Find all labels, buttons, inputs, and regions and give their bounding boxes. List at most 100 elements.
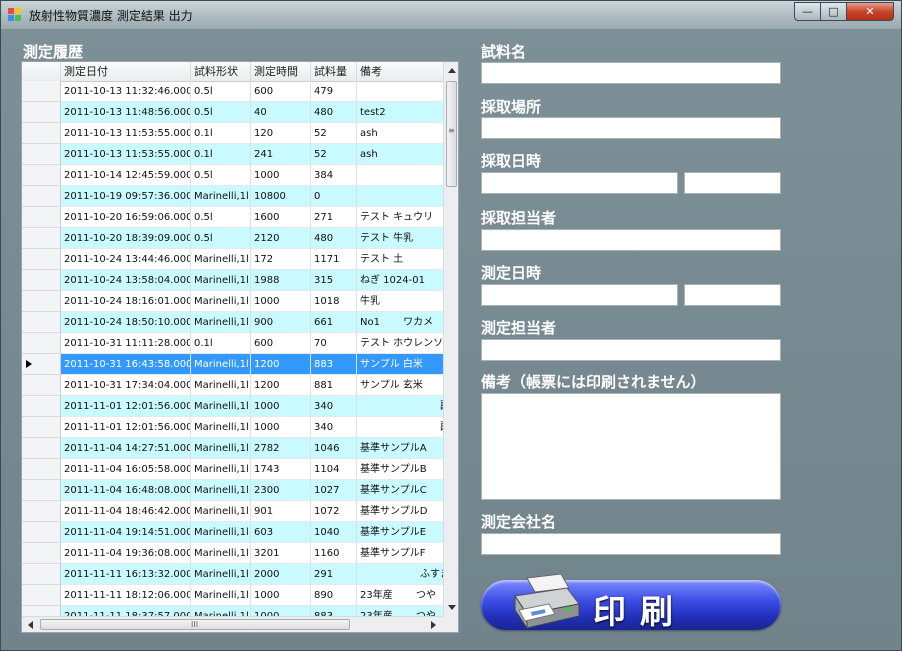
cell-amount[interactable]: 340 [311,396,357,417]
row-header[interactable] [22,207,61,228]
cell-remarks[interactable]: 23年産 つや [357,585,443,606]
cell-shape[interactable]: Marinelli,1l [191,438,251,459]
cell-time[interactable]: 1000 [251,585,311,606]
scroll-up-icon[interactable] [448,68,456,73]
cell-remarks[interactable]: 23年産 つや [357,606,443,616]
column-header-amount[interactable]: 試料量 [311,62,357,81]
cell-remarks[interactable]: ふすま [357,564,443,585]
cell-date[interactable]: 2011-11-11 18:37:57.000 [61,606,191,616]
table-row[interactable]: 2011-10-20 18:39:09.000 0.5l 2120 480 テスト 牛乳 [22,228,443,249]
cell-date[interactable]: 2011-10-14 12:45:59.000 [61,165,191,186]
cell-remarks[interactable]: 副 [357,396,443,417]
row-header[interactable] [22,165,61,186]
table-row[interactable]: 2011-11-01 12:01:56.000 Marinelli,1l 1000 3… [22,396,443,417]
close-button[interactable]: ✕ [846,2,894,21]
cell-time[interactable]: 2782 [251,438,311,459]
cell-date[interactable]: 2011-10-24 13:44:46.000 [61,249,191,270]
cell-shape[interactable]: 0.1l [191,123,251,144]
cell-amount[interactable]: 52 [311,144,357,165]
cell-date[interactable]: 2011-10-13 11:53:55.000 [61,144,191,165]
cell-remarks[interactable]: 基準サンプルF [357,543,443,564]
row-header[interactable] [22,228,61,249]
cell-date[interactable]: 2011-11-01 12:01:56.000 [61,417,191,438]
cell-remarks[interactable]: サンプル 玄米 [357,375,443,396]
cell-remarks[interactable] [357,81,443,102]
horizontal-scroll-thumb[interactable]: III [40,619,350,630]
company-input[interactable] [481,533,781,555]
table-row[interactable]: 2011-11-11 18:12:06.000 Marinelli,1l 1000 8… [22,585,443,606]
cell-remarks[interactable]: テスト ホウレンソウ [357,333,443,354]
vertical-scrollbar[interactable]: ≡ [443,62,458,616]
cell-time[interactable]: 1000 [251,291,311,312]
row-header[interactable] [22,480,61,501]
table-row[interactable]: 2011-10-24 13:58:04.000 Marinelli,1l 1988 3… [22,270,443,291]
cell-shape[interactable]: Marinelli,1l [191,396,251,417]
row-header[interactable] [22,459,61,480]
collection-date-input[interactable] [481,172,678,194]
cell-shape[interactable]: Marinelli,1l [191,522,251,543]
cell-shape[interactable]: 0.5l [191,165,251,186]
cell-amount[interactable]: 271 [311,207,357,228]
cell-date[interactable]: 2011-11-04 16:48:08.000 [61,480,191,501]
cell-shape[interactable]: Marinelli,1l [191,249,251,270]
cell-date[interactable]: 2011-11-04 16:05:58.000 [61,459,191,480]
row-header[interactable] [22,375,61,396]
cell-time[interactable]: 1000 [251,165,311,186]
minimize-button[interactable]: — [794,2,821,21]
cell-time[interactable]: 600 [251,333,311,354]
table-row[interactable]: 2011-10-19 09:57:36.000 Marinelli,1l 10800… [22,186,443,207]
table-row[interactable]: 2011-10-13 11:53:55.000 0.1l 241 52 ash [22,144,443,165]
cell-date[interactable]: 2011-10-13 11:53:55.000 [61,123,191,144]
cell-time[interactable]: 1000 [251,417,311,438]
measurement-date-input[interactable] [481,284,678,306]
sample-name-input[interactable] [481,62,781,84]
print-button[interactable]: 印刷 [481,574,781,631]
cell-date[interactable]: 2011-10-24 18:50:10.000 [61,312,191,333]
cell-amount[interactable]: 883 [311,606,357,616]
table-row[interactable]: 2011-11-04 19:36:08.000 Marinelli,1l 3201 1… [22,543,443,564]
cell-amount[interactable]: 890 [311,585,357,606]
cell-shape[interactable]: Marinelli,1l [191,291,251,312]
cell-time[interactable]: 1200 [251,375,311,396]
cell-time[interactable]: 901 [251,501,311,522]
cell-amount[interactable]: 384 [311,165,357,186]
cell-date[interactable]: 2011-11-01 12:01:56.000 [61,396,191,417]
cell-time[interactable]: 1743 [251,459,311,480]
cell-date[interactable]: 2011-11-04 19:14:51.000 [61,522,191,543]
table-row[interactable]: 2011-11-11 18:37:57.000Marinelli,1l10008… [22,606,443,616]
cell-remarks[interactable]: 基準サンプルE [357,522,443,543]
cell-remarks[interactable]: サンプル 白米 [357,354,443,375]
table-row[interactable]: 2011-11-11 16:13:32.000 Marinelli,1l 2000 2… [22,564,443,585]
cell-shape[interactable]: Marinelli,1l [191,564,251,585]
cell-remarks[interactable]: No1 ワカメ [357,312,443,333]
table-row[interactable]: 2011-10-31 17:34:04.000 Marinelli,1l 1200 8… [22,375,443,396]
history-grid[interactable]: 測定日付 試料形状 測定時間 試料量 備考 2011-10-13 11:32:4… [21,61,459,633]
cell-time[interactable]: 1600 [251,207,311,228]
cell-remarks[interactable]: 基準サンプルB [357,459,443,480]
cell-time[interactable]: 1988 [251,270,311,291]
table-row[interactable]: 2011-10-20 16:59:06.000 0.5l 1600 271 テスト キュ… [22,207,443,228]
cell-remarks[interactable]: 副 [357,417,443,438]
row-header[interactable] [22,543,61,564]
cell-shape[interactable]: 0.5l [191,81,251,102]
table-row[interactable]: 2011-10-13 11:53:55.000 0.1l 120 52 ash [22,123,443,144]
collector-input[interactable] [481,229,781,251]
maximize-button[interactable]: □ [820,2,847,21]
cell-remarks[interactable] [357,186,443,207]
cell-remarks[interactable]: テスト 牛乳 [357,228,443,249]
cell-shape[interactable]: Marinelli,1l [191,459,251,480]
row-header[interactable] [22,312,61,333]
cell-time[interactable]: 603 [251,522,311,543]
column-header-time[interactable]: 測定時間 [251,62,311,81]
collection-time-input[interactable] [684,172,781,194]
scroll-down-icon[interactable] [448,605,456,610]
table-row[interactable]: 2011-10-13 11:48:56.000 0.5l 40 480 test2 [22,102,443,123]
vertical-scroll-thumb[interactable]: ≡ [446,81,457,187]
cell-amount[interactable]: 70 [311,333,357,354]
cell-date[interactable]: 2011-10-13 11:32:46.000 [61,81,191,102]
cell-remarks[interactable]: 基準サンプルC [357,480,443,501]
cell-remarks[interactable]: テスト キュウリ [357,207,443,228]
cell-remarks[interactable]: テスト 土 [357,249,443,270]
table-row[interactable]: 2011-10-24 13:44:46.000 Marinelli,1l 172 11… [22,249,443,270]
row-header[interactable] [22,396,61,417]
